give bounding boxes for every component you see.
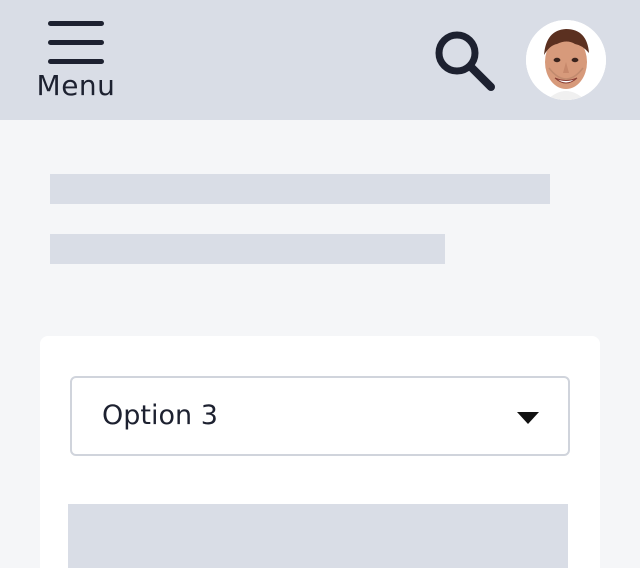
avatar[interactable]	[526, 20, 606, 100]
menu-button[interactable]: Menu	[34, 16, 118, 106]
select-value: Option 3	[102, 400, 218, 431]
skeleton-line-1	[50, 174, 550, 204]
app-root: Menu Option 3	[0, 0, 640, 568]
skeleton-line-2	[50, 234, 445, 264]
dropdown-arrow-icon	[517, 412, 539, 424]
top-header: Menu	[0, 0, 640, 120]
user-photo-icon	[526, 20, 606, 100]
hamburger-line-middle	[48, 40, 104, 45]
hamburger-icon	[48, 20, 104, 64]
option-select[interactable]: Option 3	[70, 376, 570, 456]
menu-label: Menu	[36, 69, 116, 102]
search-button[interactable]	[432, 28, 498, 94]
hamburger-line-bottom	[48, 59, 104, 64]
card-skeleton-block	[68, 504, 568, 568]
content-card: Option 3	[40, 336, 600, 568]
hamburger-line-top	[48, 21, 104, 26]
search-icon	[435, 31, 495, 91]
